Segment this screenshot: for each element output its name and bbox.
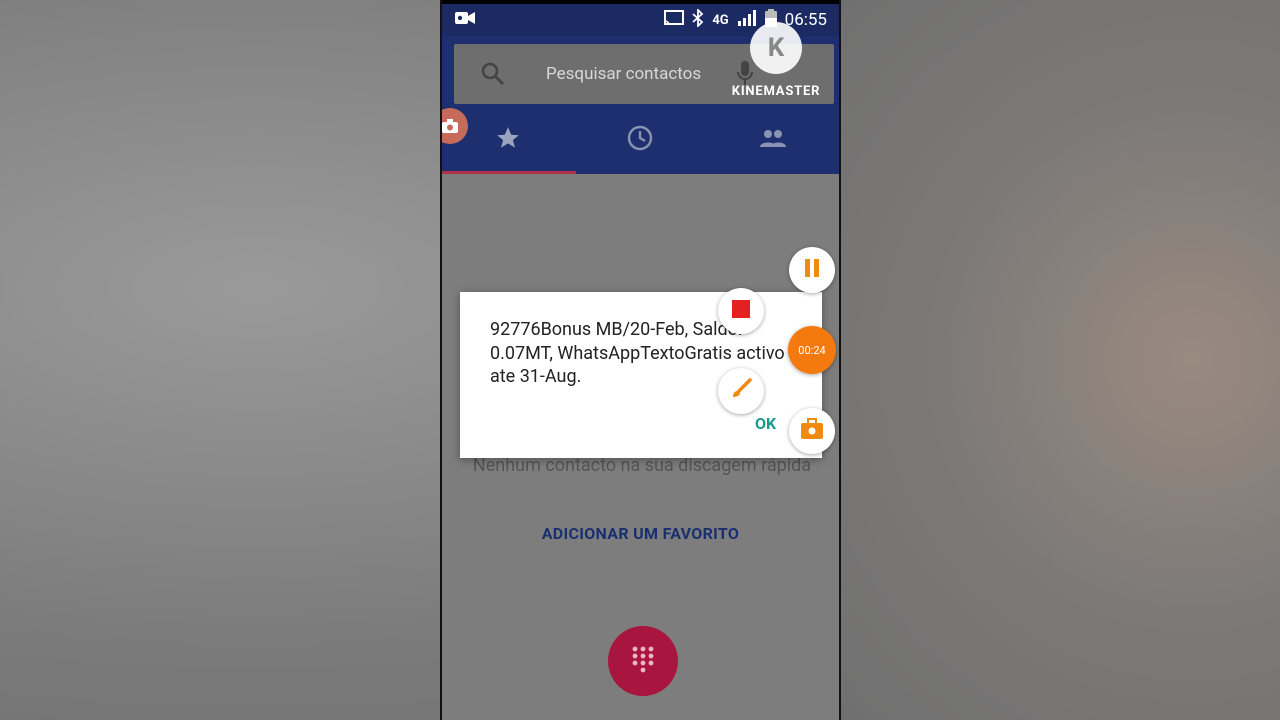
brush-icon bbox=[729, 377, 753, 405]
clock-icon bbox=[626, 124, 654, 156]
pause-recording-button[interactable] bbox=[789, 247, 835, 293]
brush-button[interactable] bbox=[718, 368, 764, 414]
add-favorite-button[interactable]: ADICIONAR UM FAVORITO bbox=[442, 524, 839, 543]
stop-recording-button[interactable] bbox=[718, 288, 764, 334]
video-camera-icon bbox=[454, 10, 476, 31]
stop-icon bbox=[732, 300, 750, 322]
toolbox-button[interactable] bbox=[789, 408, 835, 454]
kinemaster-label: KINEMASTER bbox=[731, 84, 821, 99]
dialpad-button[interactable] bbox=[608, 626, 678, 696]
kinemaster-watermark: K KINEMASTER bbox=[726, 22, 826, 99]
cast-icon bbox=[664, 9, 685, 31]
tab-bar bbox=[442, 106, 839, 174]
tab-contacts[interactable] bbox=[707, 106, 839, 174]
people-icon bbox=[758, 128, 788, 152]
search-icon[interactable] bbox=[480, 61, 506, 87]
tab-recents[interactable] bbox=[574, 106, 706, 174]
bluetooth-icon bbox=[692, 7, 704, 32]
toolbox-icon bbox=[800, 418, 824, 444]
star-icon bbox=[495, 125, 521, 155]
ok-button[interactable]: OK bbox=[755, 414, 776, 433]
recording-timer[interactable]: 00:24 bbox=[788, 326, 836, 374]
dialpad-icon bbox=[631, 645, 655, 677]
search-input[interactable]: Pesquisar contactos bbox=[546, 64, 701, 84]
kinemaster-logo: K bbox=[750, 22, 802, 74]
pause-icon bbox=[803, 258, 821, 282]
ussd-dialog: 92776Bonus MB/20-Feb, Saldo: 0.07MT, Wha… bbox=[460, 292, 822, 458]
